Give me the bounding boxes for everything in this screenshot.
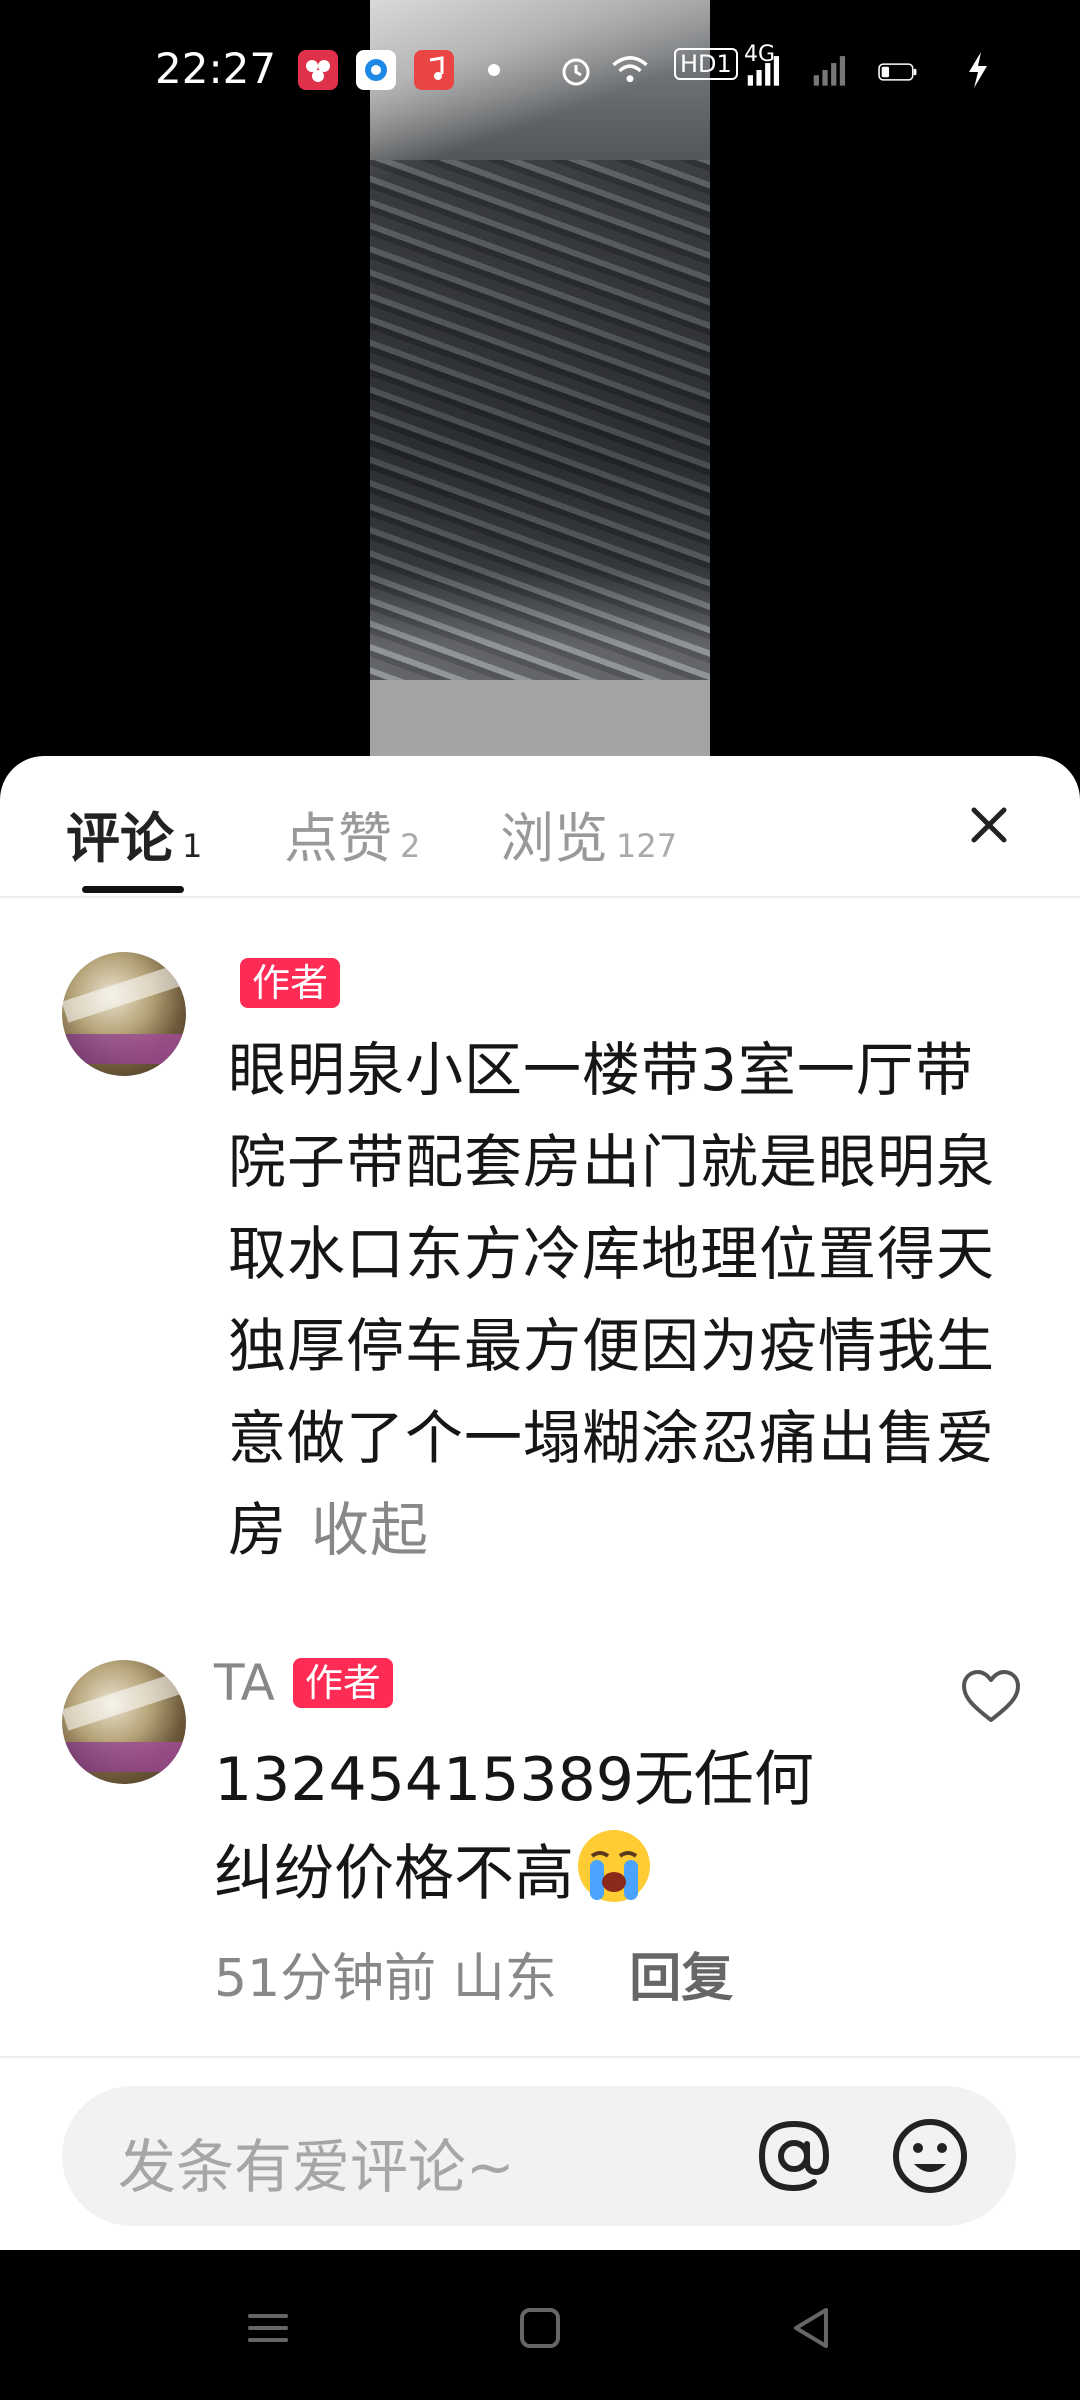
collapse-link[interactable]: 收起 [311,1496,429,1564]
tab-comments[interactable]: 评论 1 [66,794,202,873]
crying-emoji [578,1830,650,1902]
wifi-icon [612,56,648,83]
back-icon[interactable] [786,2302,838,2354]
comment-text: 13245415389无任何纠纷价格不高 [214,1745,814,1909]
menu-icon[interactable] [242,2302,294,2354]
home-icon[interactable] [514,2302,566,2354]
comment-time: 51分钟前 [214,1949,437,2009]
avatar[interactable] [62,1660,186,1784]
comment-author: TA 作者 [214,1654,393,1712]
author-badge: 作者 [240,958,341,1008]
app-icon-music [414,50,454,90]
status-time: 22:27 [155,44,277,93]
tab-likes[interactable]: 点赞 2 [284,794,420,873]
tab-bar: 评论 1 点赞 2 浏览 127 [0,756,1080,898]
status-bar: 22:27 HD1 4G [0,0,1080,140]
reply-button[interactable]: 回复 [629,1949,733,2009]
comment-meta: 51分钟前 山东 回复 [214,1936,733,2011]
avatar[interactable] [62,952,186,1076]
emoji-icon[interactable] [888,2114,972,2198]
mention-icon[interactable] [752,2114,836,2198]
signal-icon-2 [813,56,846,86]
comment-text: 眼明泉小区一楼带3室一厅带院子带配套房出门就是眼明泉取水口东方冷库地理位置得天独… [228,1036,996,1564]
signal-icon [747,56,780,86]
active-tab-indicator [82,886,184,893]
heart-icon[interactable] [960,1668,1022,1726]
system-nav-bar [0,2250,1080,2400]
comment-sheet: 评论 1 点赞 2 浏览 127 作者 眼明泉小区一楼带3室一厅带院子带配套房出… [0,756,1080,2250]
tab-views[interactable]: 浏览 127 [500,794,677,873]
hd-label: HD1 [674,48,738,80]
author-badge: 作者 [292,1658,393,1708]
author-name[interactable]: TA [214,1654,275,1712]
input-placeholder: 发条有爱评论~ [118,2133,515,2201]
comment-location: 山东 [452,1949,557,2009]
battery-icon [878,63,917,81]
comment-input[interactable]: 发条有爱评论~ [62,2086,1016,2226]
close-icon[interactable] [964,800,1014,850]
app-icon-red [298,50,338,90]
app-icon-blue [356,50,396,90]
alarm-icon [562,58,590,86]
charging-icon [969,52,987,88]
dot-icon [488,64,500,76]
divider [0,2056,1080,2058]
